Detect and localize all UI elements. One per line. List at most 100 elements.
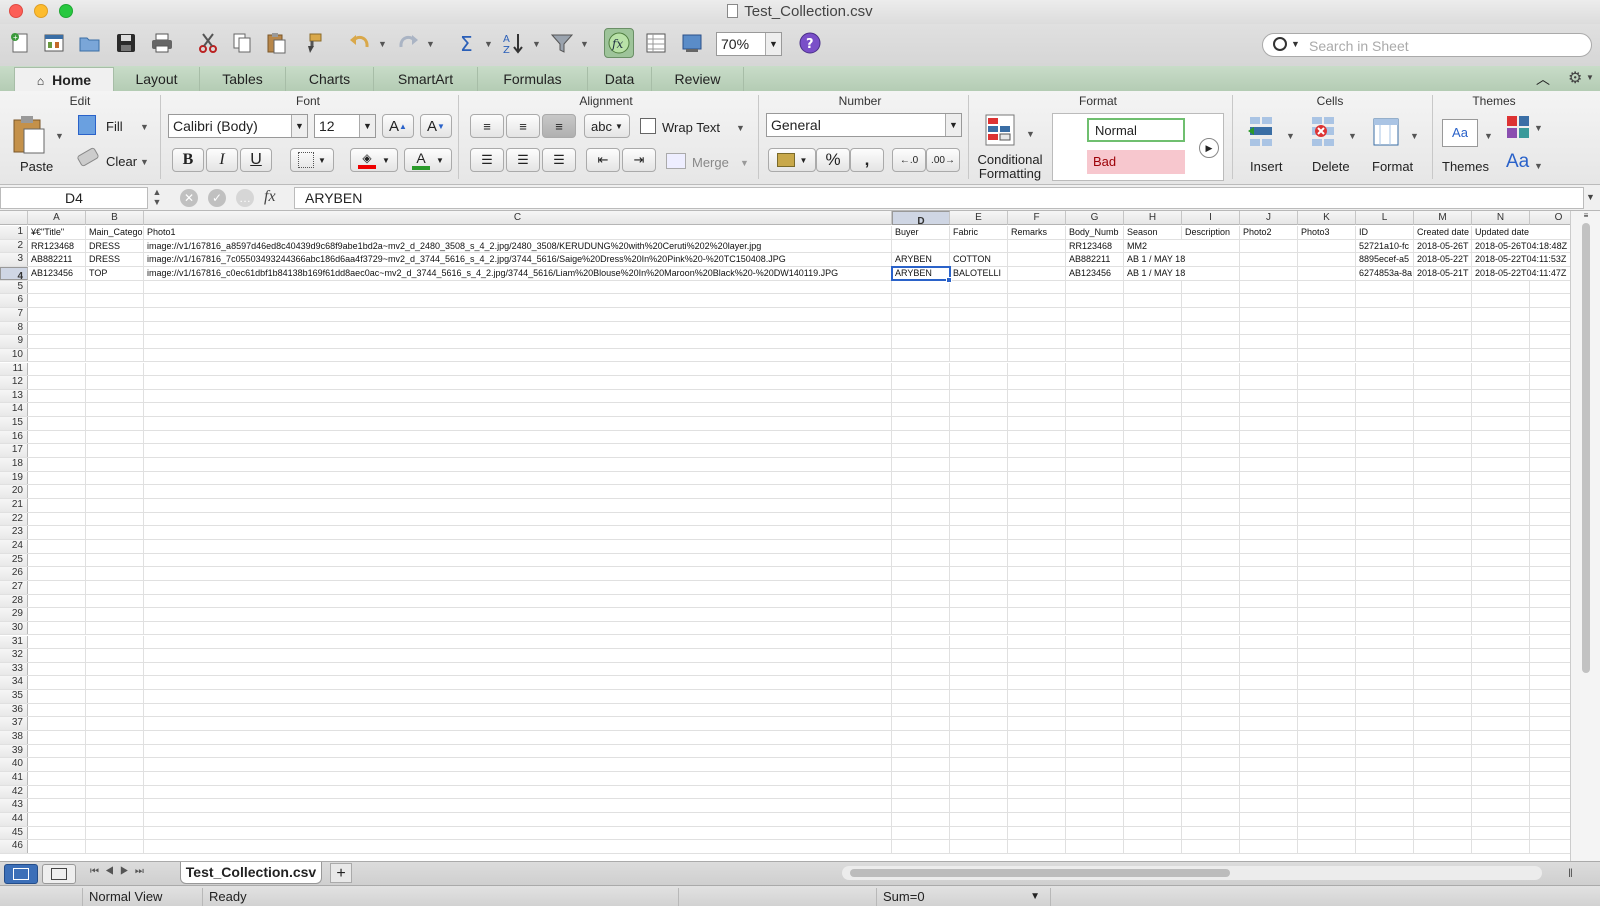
cell[interactable] [1008,785,1066,799]
autosum-dropdown-icon[interactable]: ▼ [484,39,493,49]
cell[interactable] [1472,758,1530,771]
cell[interactable] [1472,389,1530,403]
style-bad[interactable]: Bad [1087,150,1185,174]
cell[interactable] [1414,307,1472,321]
cell[interactable] [1472,348,1530,362]
cell[interactable] [1008,430,1066,444]
cell[interactable] [892,417,950,430]
cell[interactable] [1472,321,1530,335]
cell[interactable] [1414,772,1472,785]
cell[interactable] [950,744,1008,758]
cell[interactable] [1240,526,1298,539]
cell[interactable] [1530,281,1570,294]
cell[interactable] [1356,471,1414,485]
cell[interactable] [1472,785,1530,799]
cell[interactable] [892,444,950,458]
cell[interactable] [1240,690,1298,703]
cell[interactable] [1530,335,1570,348]
cell[interactable] [1008,772,1066,785]
cell[interactable] [1066,812,1124,826]
cell[interactable] [1066,335,1124,348]
clear-dropdown-icon[interactable]: ▼ [140,157,149,167]
cell[interactable] [1298,539,1356,553]
cell[interactable] [86,376,144,389]
cell[interactable] [144,376,892,389]
cell[interactable] [1240,458,1298,471]
cell[interactable] [1530,363,1570,376]
cell[interactable] [1472,430,1530,444]
cell[interactable] [1298,608,1356,621]
paste-dropdown-icon[interactable]: ▼ [55,131,64,141]
cell[interactable] [950,335,1008,348]
cell[interactable] [1240,280,1298,294]
column-header[interactable]: D [892,211,950,227]
formula-input[interactable]: ARYBEN [294,187,1584,209]
cell[interactable] [28,785,86,799]
cell[interactable]: Fabric [950,226,1008,239]
cell[interactable] [1124,471,1182,485]
cell[interactable] [892,772,950,785]
gear-dropdown-icon[interactable]: ▼ [1586,73,1594,82]
cell[interactable] [1530,226,1570,239]
increase-indent-button[interactable]: ⇥ [622,148,656,172]
cell[interactable] [28,717,86,731]
cell[interactable] [1298,744,1356,758]
cell[interactable] [1008,444,1066,458]
theme-fonts-dropdown-icon[interactable]: ▼ [1534,161,1543,171]
cell[interactable] [950,703,1008,717]
cell[interactable] [950,280,1008,294]
cell[interactable] [1124,635,1182,649]
cell[interactable] [1240,608,1298,621]
align-center-button[interactable]: ☰ [506,148,540,172]
row-header[interactable]: 17 [0,444,28,458]
format-painter-icon[interactable] [298,29,326,57]
cell[interactable] [1066,389,1124,403]
cell[interactable] [950,471,1008,485]
cell[interactable] [1066,512,1124,526]
cell[interactable] [1182,444,1240,458]
cell[interactable]: Buyer [892,226,950,239]
cell[interactable] [1472,826,1530,840]
cell[interactable] [1298,621,1356,635]
cell[interactable] [1356,772,1414,785]
cell[interactable] [28,690,86,703]
cut-icon[interactable] [194,29,222,57]
cell[interactable] [1298,812,1356,826]
cell[interactable] [1356,499,1414,512]
cell[interactable] [1356,526,1414,539]
cell[interactable]: 8895ecef-a5 [1356,253,1414,266]
cell[interactable] [1414,417,1472,430]
row-header[interactable]: 28 [0,594,28,608]
row-header[interactable]: 12 [0,376,28,389]
cell[interactable] [1008,731,1066,744]
cell[interactable] [144,608,892,621]
cell[interactable] [1414,499,1472,512]
row-header[interactable]: 44 [0,812,28,826]
cell[interactable] [1414,840,1472,853]
row-header[interactable]: 30 [0,621,28,635]
cell[interactable] [1008,266,1066,280]
cell[interactable]: 2018-05-26T [1414,239,1472,253]
page-layout-view-button[interactable] [42,864,76,884]
cell[interactable] [86,321,144,335]
cell[interactable]: BALOTELLI [950,266,1008,280]
column-header[interactable]: A [28,211,86,225]
expand-formula-icon[interactable]: ▼ [1586,192,1595,202]
cell[interactable] [86,444,144,458]
cell[interactable]: 2018-05-22T04:11:47Z [1472,267,1566,280]
cell[interactable]: AB123456 [28,266,86,280]
cell[interactable] [28,676,86,690]
cell[interactable] [86,690,144,703]
cell[interactable] [1066,348,1124,362]
cell[interactable] [28,471,86,485]
fill-dropdown-icon[interactable]: ▼ [140,122,149,132]
cell[interactable] [1298,553,1356,567]
row-header[interactable]: 37 [0,717,28,731]
cell[interactable] [1124,744,1182,758]
cell[interactable] [1414,826,1472,840]
cell[interactable] [1182,376,1240,389]
conditional-formatting-dropdown-icon[interactable]: ▼ [1026,129,1035,139]
cell[interactable] [1008,840,1066,853]
cell[interactable] [1066,635,1124,649]
cell[interactable] [1530,840,1570,853]
